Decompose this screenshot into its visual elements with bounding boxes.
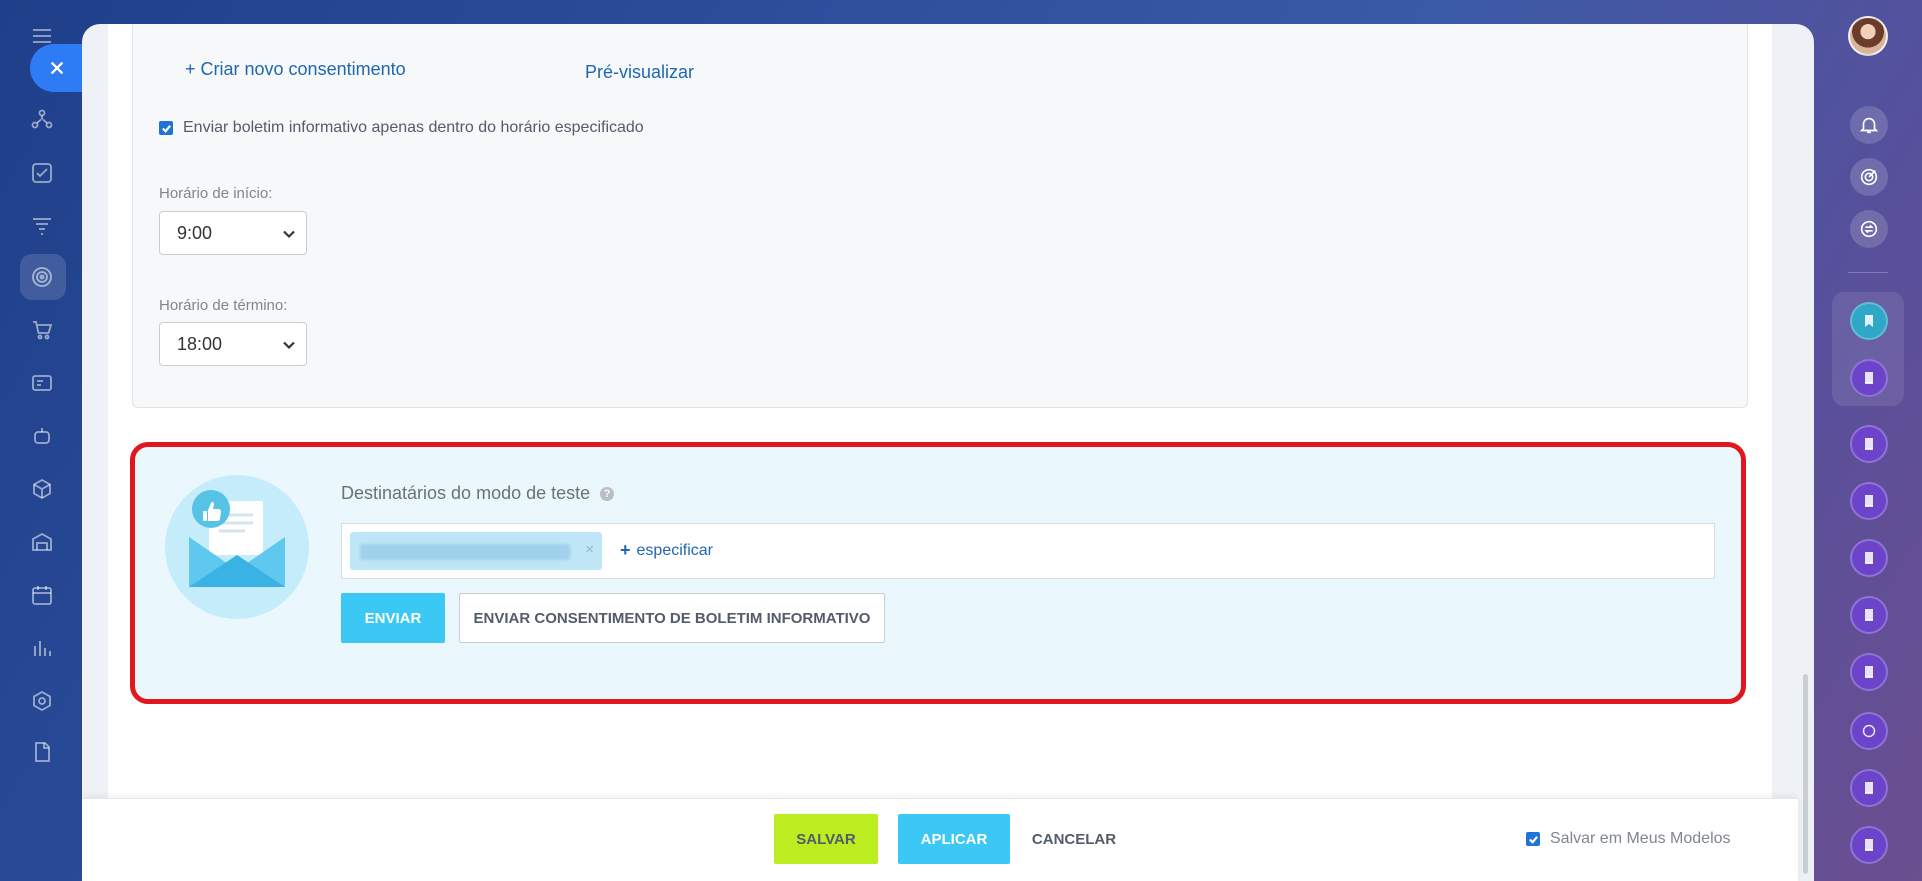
send-test-button[interactable]: ENVIAR xyxy=(341,593,445,643)
globe-icon[interactable] xyxy=(1850,712,1888,750)
remove-recipient-icon[interactable]: × xyxy=(585,541,594,558)
save-button[interactable]: SALVAR xyxy=(774,814,878,864)
close-slider-button[interactable] xyxy=(30,44,90,92)
save-template-label: Salvar em Meus Modelos xyxy=(1550,830,1731,847)
right-sidebar xyxy=(1812,0,1922,881)
left-sidebar xyxy=(0,0,82,881)
warehouse-icon[interactable] xyxy=(28,528,56,556)
slider-panel: + Criar novo consentimento Pré-visualiza… xyxy=(82,24,1814,881)
chevron-down-icon xyxy=(283,341,295,350)
end-time-label: Horário de término: xyxy=(159,297,288,314)
hexagon-icon[interactable] xyxy=(28,687,56,715)
time-restriction-row: Enviar boletim informativo apenas dentro… xyxy=(159,119,644,137)
time-restriction-label: Enviar boletim informativo apenas dentro… xyxy=(183,119,644,136)
document-icon[interactable] xyxy=(1850,425,1888,463)
test-recipients-input[interactable]: × + especificar xyxy=(341,523,1715,579)
chat-refresh-icon[interactable] xyxy=(1850,210,1888,248)
checkmark-icon xyxy=(1528,835,1538,844)
network-icon[interactable] xyxy=(28,106,56,134)
bar-chart-icon[interactable] xyxy=(28,634,56,662)
document-icon[interactable] xyxy=(1850,539,1888,577)
help-icon[interactable]: ? xyxy=(600,486,615,501)
right-sidebar-divider xyxy=(1848,272,1888,273)
cancel-button[interactable]: CANCELAR xyxy=(1028,814,1120,864)
recipient-tag-blurred-value xyxy=(360,544,570,560)
specify-recipient-link[interactable]: + especificar xyxy=(620,540,713,561)
start-time-label: Horário de início: xyxy=(159,185,273,202)
document-icon[interactable] xyxy=(1850,596,1888,634)
apply-button[interactable]: APLICAR xyxy=(898,814,1010,864)
form-content: + Criar novo consentimento Pré-visualiza… xyxy=(108,24,1772,800)
target-icon[interactable] xyxy=(1850,158,1888,196)
target-icon[interactable] xyxy=(28,263,56,291)
recipient-tag: × xyxy=(350,532,602,570)
envelope-like-icon xyxy=(189,490,285,587)
end-time-select[interactable]: 18:00 xyxy=(159,322,307,366)
cart-icon[interactable] xyxy=(28,316,56,344)
calendar-icon[interactable] xyxy=(28,581,56,609)
end-time-value: 18:00 xyxy=(177,333,223,354)
start-time-select[interactable]: 9:00 xyxy=(159,211,307,255)
consent-settings-box: + Criar novo consentimento Pré-visualiza… xyxy=(132,24,1748,408)
document-icon[interactable] xyxy=(28,738,56,766)
save-template-checkbox[interactable] xyxy=(1526,832,1540,846)
bell-icon[interactable] xyxy=(1850,106,1888,144)
test-recipients-title: Destinatários do modo de teste ? xyxy=(341,483,615,504)
document-icon[interactable] xyxy=(1850,359,1888,397)
envelope-illustration xyxy=(165,475,309,619)
save-template-row: Salvar em Meus Modelos xyxy=(1526,830,1731,848)
user-avatar[interactable] xyxy=(1848,16,1888,56)
time-restriction-checkbox[interactable] xyxy=(159,121,173,135)
send-consent-button[interactable]: ENVIAR CONSENTIMENTO DE BOLETIM INFORMAT… xyxy=(459,593,885,643)
chevron-down-icon xyxy=(283,230,295,239)
start-time-value: 9:00 xyxy=(177,222,213,243)
task-check-icon[interactable] xyxy=(28,159,56,187)
test-recipients-title-text: Destinatários do modo de teste xyxy=(341,483,591,503)
checkmark-icon xyxy=(161,124,171,133)
cube-icon[interactable] xyxy=(28,475,56,503)
document-icon[interactable] xyxy=(1850,482,1888,520)
document-icon[interactable] xyxy=(1850,826,1888,864)
close-icon xyxy=(50,61,64,75)
document-icon[interactable] xyxy=(1850,653,1888,691)
test-mode-section: Destinatários do modo de teste ? × + esp… xyxy=(130,442,1746,704)
scrollbar[interactable] xyxy=(1803,674,1808,874)
document-icon[interactable] xyxy=(1850,769,1888,807)
specify-link-text: especificar xyxy=(636,541,713,559)
preview-link[interactable]: Pré-visualizar xyxy=(585,62,694,83)
robot-icon[interactable] xyxy=(28,422,56,450)
id-card-icon[interactable] xyxy=(28,369,56,397)
bookmark-icon[interactable] xyxy=(1850,302,1888,340)
create-consent-link[interactable]: + Criar novo consentimento xyxy=(185,59,406,80)
funnel-icon[interactable] xyxy=(28,212,56,240)
plus-icon: + xyxy=(620,540,631,560)
